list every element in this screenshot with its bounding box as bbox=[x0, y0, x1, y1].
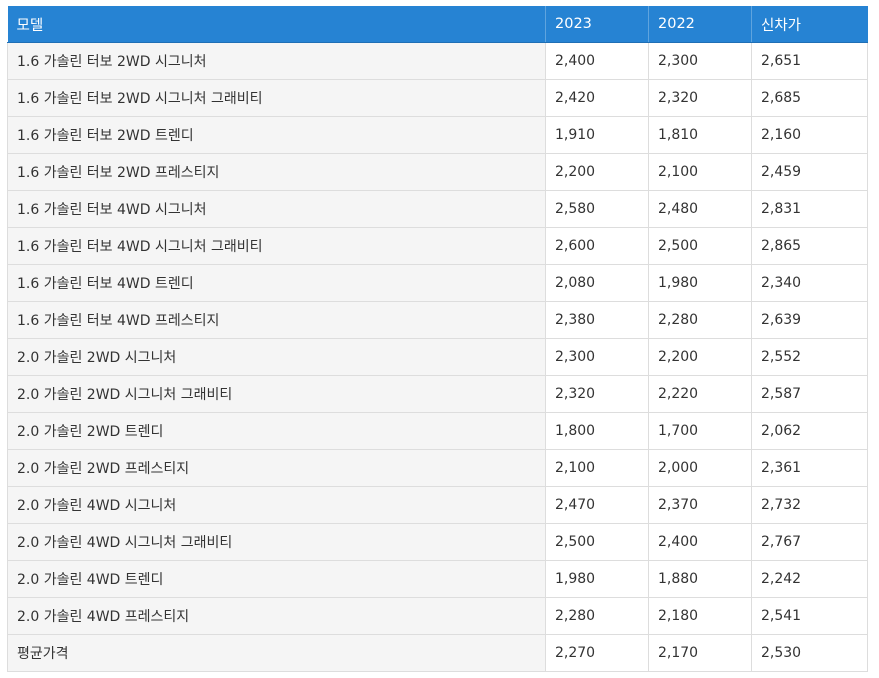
table-row: 1.6 가솔린 터보 4WD 트렌디 2,080 1,980 2,340 bbox=[7, 264, 868, 302]
cell-2022: 2,400 bbox=[648, 523, 752, 561]
cell-2023: 2,420 bbox=[545, 79, 649, 117]
cell-2022: 2,500 bbox=[648, 227, 752, 265]
cell-new-price: 2,361 bbox=[751, 449, 868, 487]
cell-new-price: 2,865 bbox=[751, 227, 868, 265]
cell-2022: 2,370 bbox=[648, 486, 752, 524]
cell-model: 1.6 가솔린 터보 4WD 시그니처 그래비티 bbox=[7, 227, 546, 265]
table-row: 2.0 가솔린 2WD 시그니처 2,300 2,200 2,552 bbox=[7, 338, 868, 376]
cell-2023: 1,800 bbox=[545, 412, 649, 450]
cell-model: 1.6 가솔린 터보 4WD 프레스티지 bbox=[7, 301, 546, 339]
table-row: 2.0 가솔린 4WD 트렌디 1,980 1,880 2,242 bbox=[7, 560, 868, 598]
cell-new-price: 2,340 bbox=[751, 264, 868, 302]
cell-2023: 2,300 bbox=[545, 338, 649, 376]
cell-model: 1.6 가솔린 터보 2WD 시그니처 bbox=[7, 42, 546, 80]
cell-2023: 2,100 bbox=[545, 449, 649, 487]
cell-model: 2.0 가솔린 4WD 시그니처 그래비티 bbox=[7, 523, 546, 561]
cell-model: 2.0 가솔린 2WD 트렌디 bbox=[7, 412, 546, 450]
cell-2023: 1,910 bbox=[545, 116, 649, 154]
header-2023: 2023 bbox=[545, 6, 649, 43]
table-row: 2.0 가솔린 2WD 시그니처 그래비티 2,320 2,220 2,587 bbox=[7, 375, 868, 413]
header-model: 모델 bbox=[7, 6, 546, 43]
price-table: 모델 2023 2022 신차가 1.6 가솔린 터보 2WD 시그니처 2,40… bbox=[7, 6, 868, 672]
cell-new-price: 2,732 bbox=[751, 486, 868, 524]
header-new-price: 신차가 bbox=[751, 6, 868, 43]
cell-2022: 1,810 bbox=[648, 116, 752, 154]
average-cell-2023: 2,270 bbox=[545, 634, 649, 672]
table-row: 1.6 가솔린 터보 2WD 시그니처 2,400 2,300 2,651 bbox=[7, 42, 868, 80]
cell-new-price: 2,459 bbox=[751, 153, 868, 191]
cell-model: 1.6 가솔린 터보 4WD 시그니처 bbox=[7, 190, 546, 228]
cell-new-price: 2,587 bbox=[751, 375, 868, 413]
cell-2022: 2,300 bbox=[648, 42, 752, 80]
cell-new-price: 2,242 bbox=[751, 560, 868, 598]
cell-model: 1.6 가솔린 터보 2WD 프레스티지 bbox=[7, 153, 546, 191]
table-row: 1.6 가솔린 터보 2WD 시그니처 그래비티 2,420 2,320 2,685 bbox=[7, 79, 868, 117]
price-table-container: 모델 2023 2022 신차가 1.6 가솔린 터보 2WD 시그니처 2,40… bbox=[7, 6, 868, 672]
cell-new-price: 2,767 bbox=[751, 523, 868, 561]
average-row: 평균가격 2,270 2,170 2,530 bbox=[7, 634, 868, 672]
table-row: 1.6 가솔린 터보 2WD 트렌디 1,910 1,810 2,160 bbox=[7, 116, 868, 154]
header-2022: 2022 bbox=[648, 6, 752, 43]
cell-2022: 2,320 bbox=[648, 79, 752, 117]
cell-model: 2.0 가솔린 2WD 시그니처 bbox=[7, 338, 546, 376]
cell-model: 1.6 가솔린 터보 2WD 트렌디 bbox=[7, 116, 546, 154]
cell-2023: 2,280 bbox=[545, 597, 649, 635]
cell-2022: 1,700 bbox=[648, 412, 752, 450]
cell-2023: 1,980 bbox=[545, 560, 649, 598]
table-row: 1.6 가솔린 터보 4WD 시그니처 2,580 2,480 2,831 bbox=[7, 190, 868, 228]
table-row: 2.0 가솔린 4WD 프레스티지 2,280 2,180 2,541 bbox=[7, 597, 868, 635]
cell-new-price: 2,160 bbox=[751, 116, 868, 154]
cell-2022: 2,000 bbox=[648, 449, 752, 487]
cell-2023: 2,580 bbox=[545, 190, 649, 228]
table-row: 2.0 가솔린 4WD 시그니처 그래비티 2,500 2,400 2,767 bbox=[7, 523, 868, 561]
table-row: 1.6 가솔린 터보 2WD 프레스티지 2,200 2,100 2,459 bbox=[7, 153, 868, 191]
cell-new-price: 2,541 bbox=[751, 597, 868, 635]
cell-new-price: 2,685 bbox=[751, 79, 868, 117]
cell-2022: 2,220 bbox=[648, 375, 752, 413]
table-row: 2.0 가솔린 4WD 시그니처 2,470 2,370 2,732 bbox=[7, 486, 868, 524]
cell-new-price: 2,651 bbox=[751, 42, 868, 80]
cell-new-price: 2,831 bbox=[751, 190, 868, 228]
cell-model: 2.0 가솔린 2WD 프레스티지 bbox=[7, 449, 546, 487]
cell-model: 2.0 가솔린 4WD 시그니처 bbox=[7, 486, 546, 524]
cell-2022: 2,480 bbox=[648, 190, 752, 228]
cell-2022: 1,980 bbox=[648, 264, 752, 302]
average-cell-2022: 2,170 bbox=[648, 634, 752, 672]
table-row: 2.0 가솔린 2WD 프레스티지 2,100 2,000 2,361 bbox=[7, 449, 868, 487]
cell-new-price: 2,639 bbox=[751, 301, 868, 339]
cell-2022: 2,180 bbox=[648, 597, 752, 635]
cell-2022: 2,100 bbox=[648, 153, 752, 191]
table-row: 2.0 가솔린 2WD 트렌디 1,800 1,700 2,062 bbox=[7, 412, 868, 450]
cell-new-price: 2,552 bbox=[751, 338, 868, 376]
average-cell-model: 평균가격 bbox=[7, 634, 546, 672]
table-body: 1.6 가솔린 터보 2WD 시그니처 2,400 2,300 2,651 1.6 가솔… bbox=[7, 42, 868, 672]
cell-2023: 2,500 bbox=[545, 523, 649, 561]
cell-2022: 2,200 bbox=[648, 338, 752, 376]
cell-2023: 2,470 bbox=[545, 486, 649, 524]
cell-model: 1.6 가솔린 터보 4WD 트렌디 bbox=[7, 264, 546, 302]
cell-2023: 2,320 bbox=[545, 375, 649, 413]
cell-model: 1.6 가솔린 터보 2WD 시그니처 그래비티 bbox=[7, 79, 546, 117]
cell-2022: 2,280 bbox=[648, 301, 752, 339]
cell-2023: 2,380 bbox=[545, 301, 649, 339]
table-row: 1.6 가솔린 터보 4WD 프레스티지 2,380 2,280 2,639 bbox=[7, 301, 868, 339]
cell-model: 2.0 가솔린 2WD 시그니처 그래비티 bbox=[7, 375, 546, 413]
cell-2023: 2,080 bbox=[545, 264, 649, 302]
average-cell-new-price: 2,530 bbox=[751, 634, 868, 672]
table-header-row: 모델 2023 2022 신차가 bbox=[7, 6, 868, 43]
cell-2023: 2,400 bbox=[545, 42, 649, 80]
cell-model: 2.0 가솔린 4WD 트렌디 bbox=[7, 560, 546, 598]
table-row: 1.6 가솔린 터보 4WD 시그니처 그래비티 2,600 2,500 2,865 bbox=[7, 227, 868, 265]
cell-2023: 2,200 bbox=[545, 153, 649, 191]
cell-new-price: 2,062 bbox=[751, 412, 868, 450]
cell-2022: 1,880 bbox=[648, 560, 752, 598]
cell-model: 2.0 가솔린 4WD 프레스티지 bbox=[7, 597, 546, 635]
cell-2023: 2,600 bbox=[545, 227, 649, 265]
